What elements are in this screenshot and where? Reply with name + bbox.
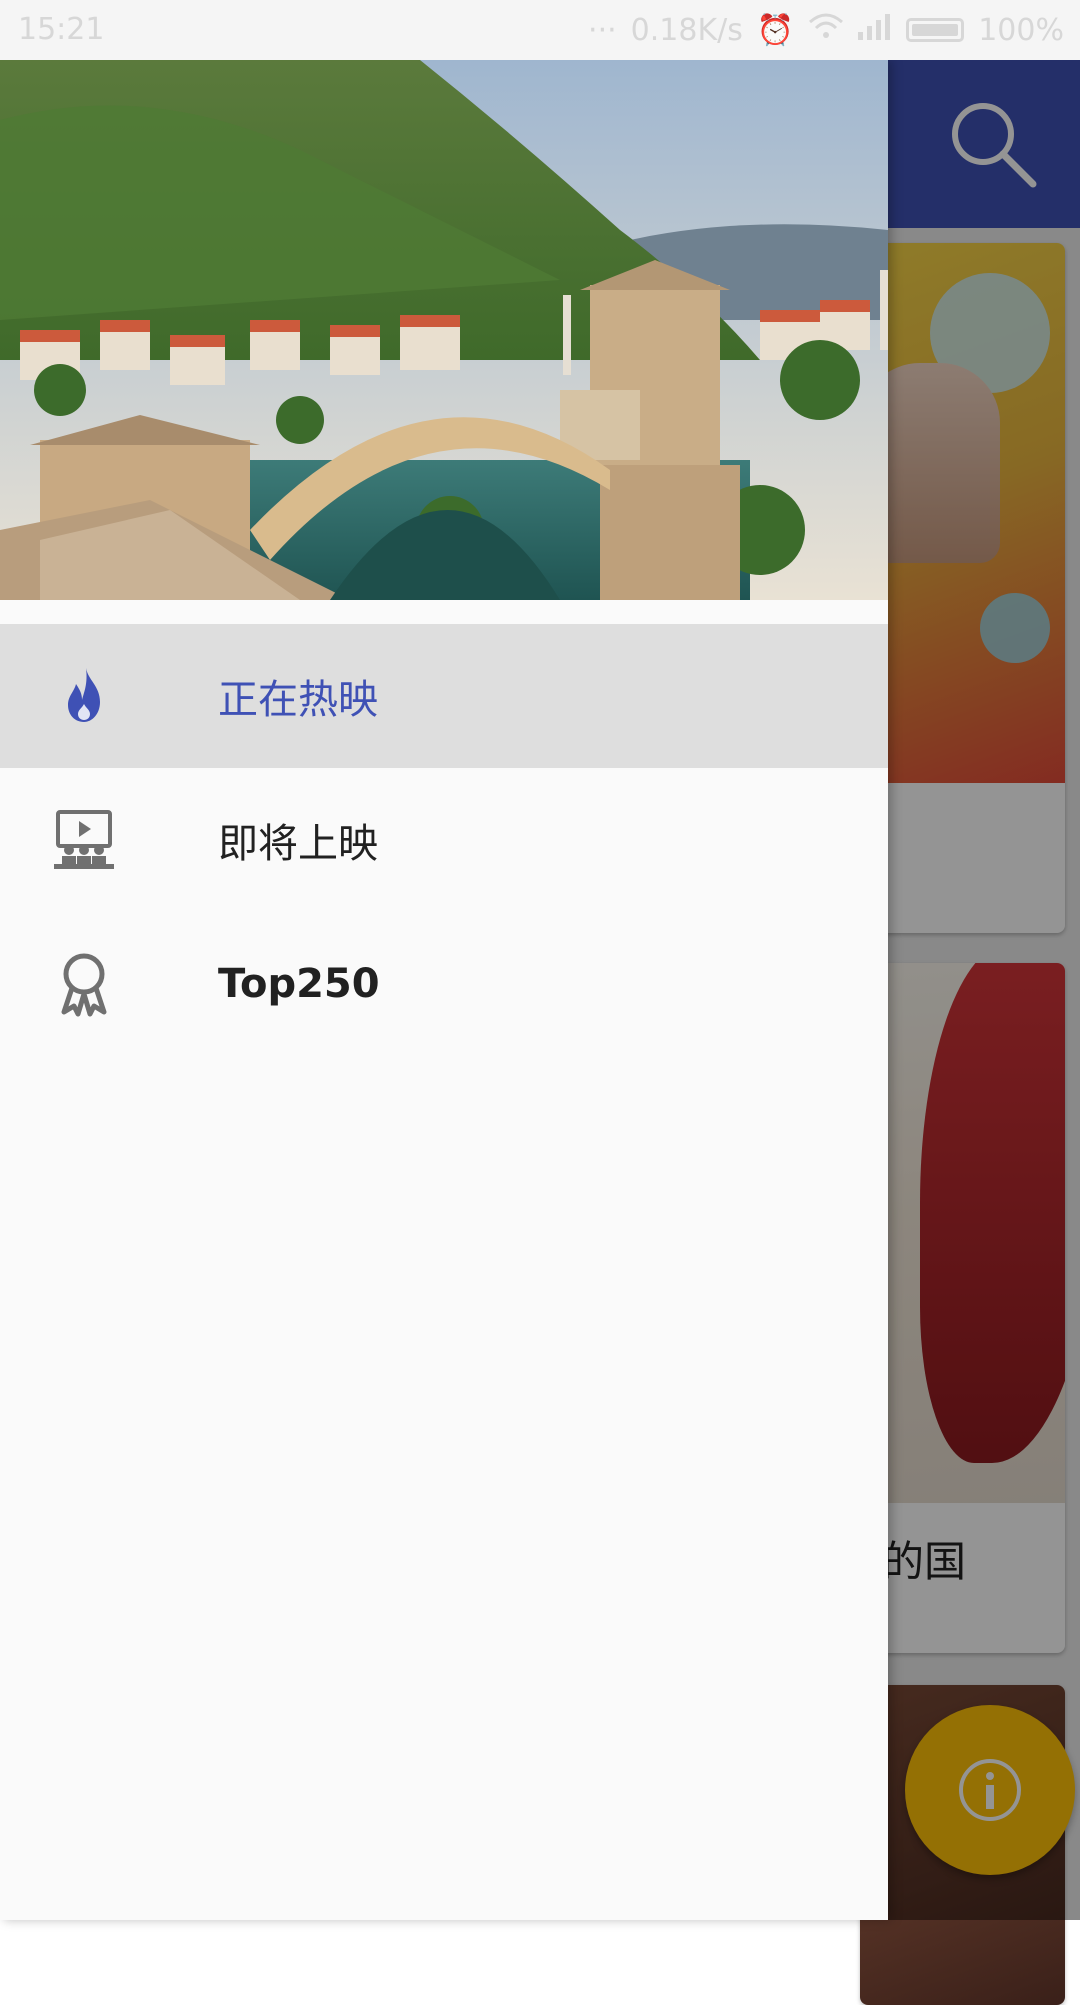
menu-item-label: Top250 [218,961,380,1007]
status-icons: ··· 0.18K/s ⏰ 100% [588,12,1064,48]
menu-item-now-showing[interactable]: 正在热映 [0,624,888,768]
signal-icon [858,13,892,48]
alarm-icon: ⏰ [756,12,795,48]
wifi-icon [808,12,844,48]
network-speed: 0.18K/s [630,12,743,48]
battery-icon [906,18,965,42]
cinema-icon [54,810,114,869]
more-dots-icon: ··· [588,12,617,48]
fire-icon [68,668,100,722]
status-time: 15:21 [18,12,105,47]
battery-level: 100% [978,12,1064,48]
status-bar: 15:21 ··· 0.18K/s ⏰ 100% [0,0,1080,60]
menu-item-top250[interactable]: Top250 [0,912,888,1056]
award-icon [61,953,107,1017]
drawer-menu: 正在热映 即将上映 Top250 [0,624,888,1056]
menu-item-coming-soon[interactable]: 即将上映 [0,768,888,912]
drawer-header-image [0,60,888,600]
menu-item-label: 正在热映 [218,677,378,723]
menu-item-label: 即将上映 [218,821,378,867]
navigation-drawer: 正在热映 即将上映 Top250 [0,60,888,1920]
